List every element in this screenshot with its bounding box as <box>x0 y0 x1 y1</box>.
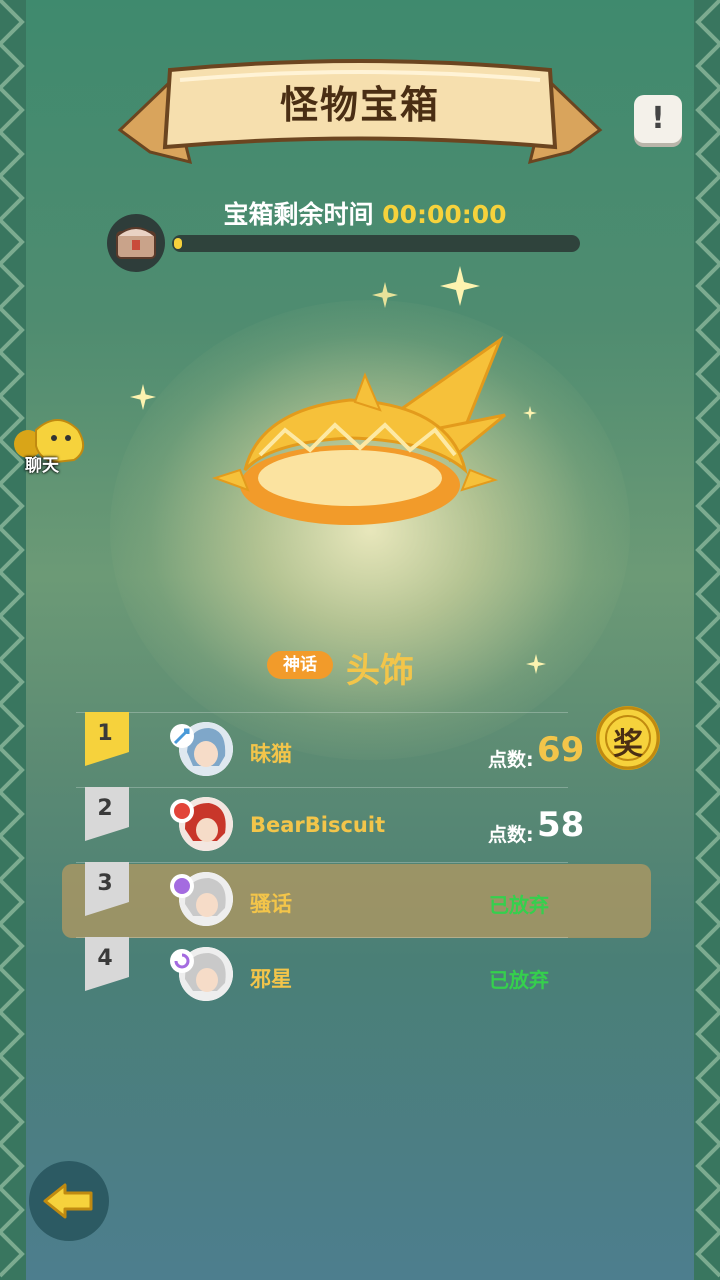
timer-label: 宝箱剩余时间 <box>223 200 374 229</box>
row-divider <box>76 787 568 788</box>
rank-number: 3 <box>97 871 113 896</box>
prize-button[interactable]: 奖 <box>596 706 660 770</box>
row-divider <box>76 937 568 938</box>
row-divider <box>76 712 568 713</box>
sparkle-icon <box>526 654 546 674</box>
timer-text: 宝箱剩余时间 00:00:00 <box>0 195 720 231</box>
back-button[interactable] <box>29 1161 109 1241</box>
rank-number: 1 <box>97 721 113 746</box>
prize-label: 奖 <box>613 727 643 762</box>
player-name: 邪星 <box>250 967 292 991</box>
rarity-badge: 神话 <box>267 651 333 679</box>
left-border-decoration <box>0 0 26 1280</box>
player-name: 昧猫 <box>250 742 292 766</box>
row-divider <box>76 862 568 863</box>
player-name: 骚话 <box>250 892 292 916</box>
score-value: 69 <box>537 730 585 770</box>
class-orb-icon <box>170 874 194 898</box>
chat-label: 聊天 <box>25 456 59 476</box>
player-name: BearBiscuit <box>250 813 386 837</box>
timer-progress-bar <box>172 235 580 252</box>
class-spiral-icon <box>170 949 194 973</box>
treasure-chest-icon <box>107 214 165 272</box>
sparkle-icon <box>372 282 398 308</box>
class-sword-icon <box>170 724 194 748</box>
timer-progress-fill <box>174 238 182 249</box>
sparkle-icon <box>523 406 537 420</box>
player-status: 已放弃 <box>489 893 549 917</box>
headwear-item-icon <box>211 335 506 525</box>
sparkle-icon <box>130 384 156 410</box>
page-title: 怪物宝箱 <box>279 83 440 127</box>
right-border-decoration <box>694 0 720 1280</box>
score-value: 58 <box>537 805 585 845</box>
class-fire-icon <box>170 799 194 823</box>
rank-number: 2 <box>97 796 113 821</box>
timer-value: 00:00:00 <box>382 200 507 229</box>
back-arrow-icon <box>43 1183 93 1219</box>
sparkle-icon <box>440 266 480 306</box>
score-label: 点数: <box>488 749 534 771</box>
rank-number: 4 <box>97 946 113 971</box>
player-status: 已放弃 <box>489 968 549 992</box>
score-label: 点数: <box>488 824 534 846</box>
item-name: 头饰 <box>346 651 414 691</box>
help-button[interactable]: ! <box>634 95 682 143</box>
